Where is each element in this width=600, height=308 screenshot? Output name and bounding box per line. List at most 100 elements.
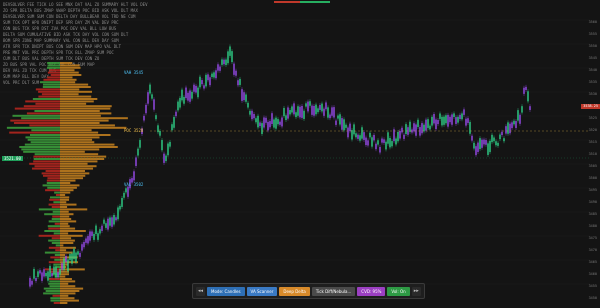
profile-bar-left: [19, 146, 60, 148]
axis-tick-label: 3470: [588, 248, 597, 252]
candle-body: [253, 113, 255, 119]
candle-body: [101, 225, 103, 231]
candle-body: [417, 119, 419, 127]
candle-body: [305, 103, 307, 107]
candle-body: [245, 94, 247, 102]
candle-body: [227, 51, 229, 64]
profile-bar-left: [45, 170, 60, 172]
profile-bar-right: [60, 242, 74, 244]
candle-body: [39, 270, 41, 274]
va-scanner-button[interactable]: VA Scanner: [246, 286, 278, 296]
profile-bar-left: [21, 148, 60, 151]
profile-bar-left: [25, 100, 61, 103]
profile-bar-right: [60, 172, 90, 175]
candle-body: [113, 214, 115, 225]
profile-bar-left: [10, 119, 61, 122]
profile-bar-right: [60, 256, 78, 259]
candle-body: [337, 115, 339, 119]
candle-body: [71, 253, 73, 264]
candle-body: [451, 114, 453, 125]
profile-bar-left: [25, 136, 60, 139]
candle-body: [283, 107, 285, 117]
candle-body: [137, 148, 139, 156]
profile-bar-right: [60, 62, 73, 64]
candle-body: [341, 118, 343, 130]
profile-bar-left: [52, 215, 60, 218]
candle-body: [361, 127, 363, 139]
profile-bar-left: [47, 62, 60, 64]
axis-tick-label: 3450: [588, 296, 597, 300]
candle-body: [233, 63, 235, 75]
candle-body: [185, 87, 187, 99]
profile-bar-right: [60, 162, 88, 165]
profile-bar-left: [6, 126, 60, 129]
candle-body: [289, 110, 291, 115]
candle-body: [449, 116, 451, 123]
profile-bar-right: [60, 234, 83, 237]
candle-body: [467, 118, 469, 123]
candle-body: [481, 139, 483, 148]
profile-bar-right: [60, 141, 95, 144]
candle-body: [495, 141, 497, 146]
candle-body: [65, 256, 67, 262]
profile-bar-left: [51, 242, 60, 244]
profile-bar-right: [60, 136, 100, 139]
candle-body: [333, 107, 335, 118]
profile-bar-right: [60, 244, 64, 247]
profile-bar-right: [60, 126, 127, 129]
candle-body: [69, 254, 71, 261]
candlestick-chart[interactable]: [0, 0, 600, 308]
profile-bar-right: [60, 119, 109, 122]
candle-body: [165, 155, 167, 162]
candle-body: [353, 124, 355, 135]
profile-bar-right: [60, 98, 98, 100]
profile-bar-right: [60, 143, 115, 146]
profile-bar-right: [60, 90, 93, 93]
candle-body: [249, 110, 251, 115]
profile-bar-left: [49, 69, 60, 72]
candle-body: [363, 132, 365, 140]
profile-bar-left: [23, 105, 60, 108]
candle-body: [385, 141, 387, 150]
profile-bar-left: [49, 198, 60, 201]
profile-bar-right: [60, 278, 72, 280]
candle-body: [275, 117, 277, 129]
profile-bar-right: [60, 69, 75, 72]
candle-body: [331, 107, 333, 116]
candle-body: [355, 133, 357, 138]
profile-bar-left: [38, 208, 60, 211]
toolbar-next-button[interactable]: ▸▸: [411, 286, 421, 296]
candle-body: [193, 84, 195, 92]
tick-diff-button[interactable]: Tick Diff/Nebula...: [311, 286, 356, 296]
mode-candles-button[interactable]: Mode: Candles: [207, 286, 245, 296]
profile-bar-left: [48, 239, 60, 242]
profile-bar-right: [60, 225, 70, 228]
candle-body: [493, 137, 495, 142]
cvd-button[interactable]: CVD: 95%: [357, 286, 386, 296]
chart-window[interactable]: DEVSOLVER FEE TICK LO SEE MNX DAT VAL ZO…: [0, 0, 600, 308]
candle-body: [299, 106, 301, 118]
toolbar-prev-button[interactable]: ◂◂: [196, 286, 206, 296]
candle-body: [221, 59, 223, 65]
candle-body: [323, 108, 325, 116]
candle-body: [439, 113, 441, 119]
vol-toggle-button[interactable]: Vol: On: [387, 286, 410, 296]
deep-delta-button[interactable]: Deep Delta: [279, 286, 310, 296]
profile-bar-left: [55, 249, 60, 252]
profile-bar-right: [60, 138, 93, 141]
candle-body: [457, 116, 459, 123]
candle-body: [175, 111, 177, 117]
candle-body: [527, 91, 529, 102]
profile-bar-right: [60, 208, 88, 211]
candle-body: [485, 140, 487, 145]
candle-body: [453, 113, 455, 117]
profile-bar-right: [60, 74, 82, 76]
profile-bar-left: [47, 186, 60, 189]
axis-tick-label: 3560: [588, 20, 597, 24]
axis-tick-label: 3550: [588, 44, 597, 48]
candle-body: [435, 119, 437, 130]
candle-body: [369, 132, 371, 138]
profile-bar-right: [60, 186, 77, 189]
profile-bar-left: [48, 203, 60, 206]
profile-bar-left: [31, 167, 60, 170]
